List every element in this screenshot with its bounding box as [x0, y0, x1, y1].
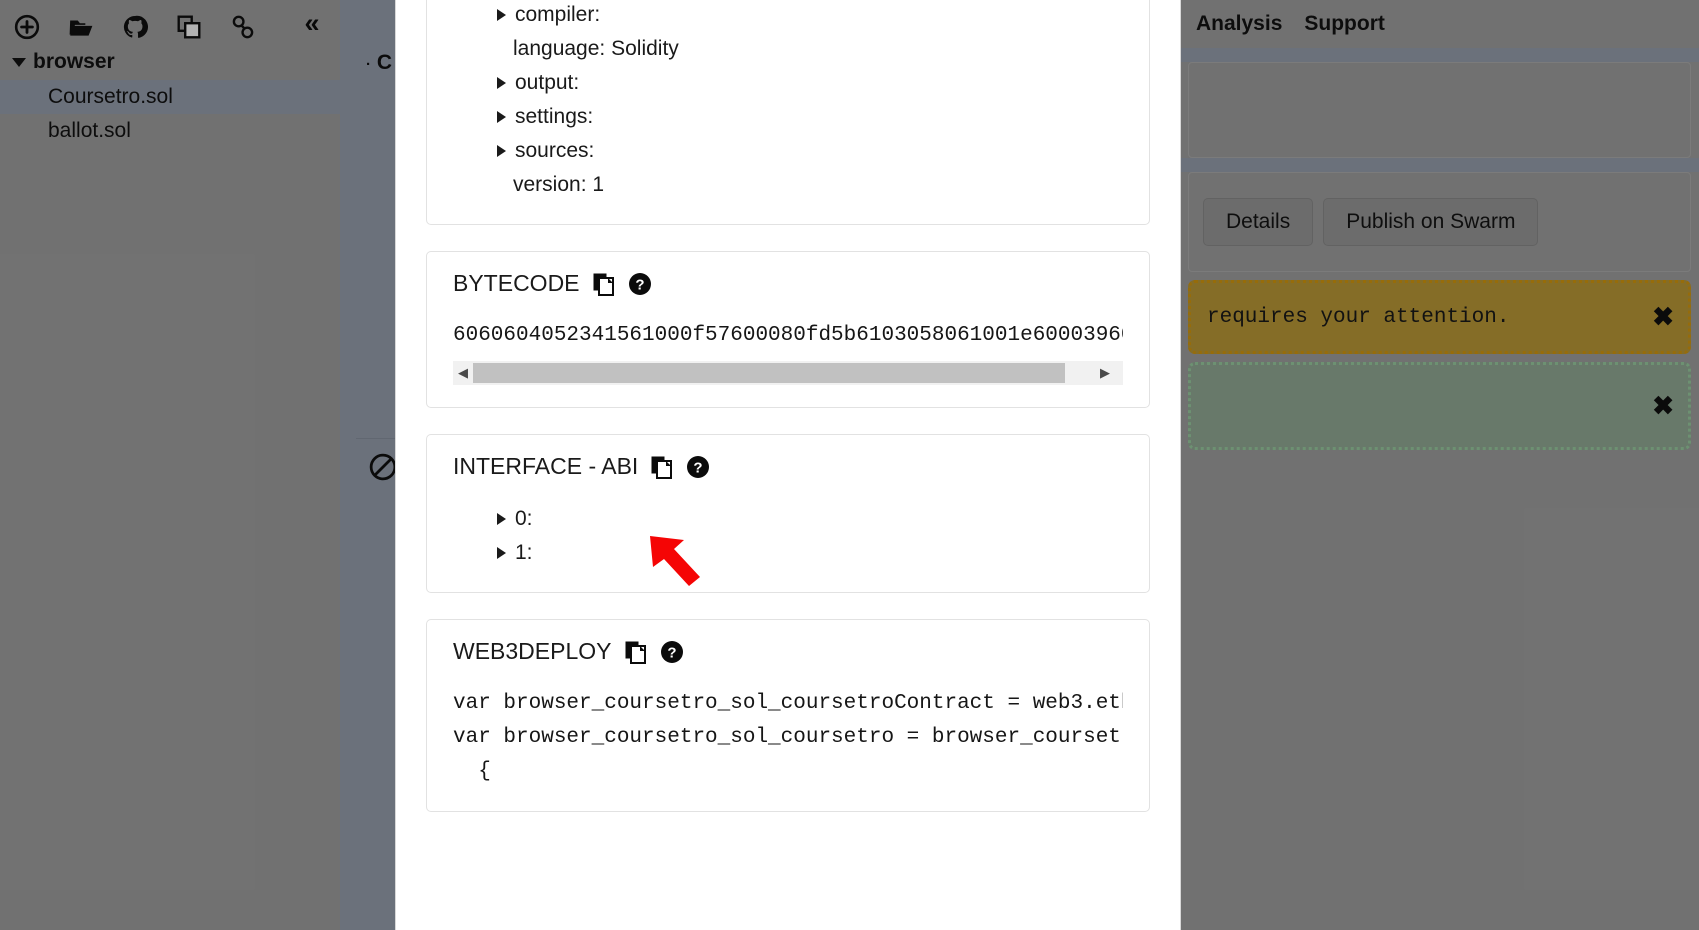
- question-circle-icon[interactable]: ?: [686, 455, 710, 479]
- bytecode-card-header: BYTECODE ?: [453, 270, 1123, 297]
- chevron-right-icon[interactable]: [497, 111, 506, 123]
- web3deploy-line[interactable]: var browser_coursetro_sol_coursetro = br…: [453, 721, 1123, 755]
- web3deploy-line[interactable]: var browser_coursetro_sol_coursetroContr…: [453, 687, 1123, 721]
- chevron-right-icon[interactable]: [497, 77, 506, 89]
- abi-row-0[interactable]: 0:: [453, 502, 1123, 536]
- metadata-row-label: language: Solidity: [513, 37, 679, 60]
- svg-text:?: ?: [694, 459, 703, 476]
- web3deploy-card-header: WEB3DEPLOY ?: [453, 638, 1123, 665]
- scroll-right-arrow-icon[interactable]: ▶: [1095, 365, 1115, 381]
- metadata-row-settings[interactable]: settings:: [453, 100, 1123, 134]
- abi-card: INTERFACE - ABI ? 0: 1:: [426, 434, 1150, 593]
- abi-card-header: INTERFACE - ABI ?: [453, 453, 1123, 480]
- metadata-card: compiler: language: Solidity output: set…: [426, 0, 1150, 225]
- question-circle-icon[interactable]: ?: [628, 272, 652, 296]
- web3deploy-title: WEB3DEPLOY: [453, 638, 612, 664]
- metadata-row-output[interactable]: output:: [453, 66, 1123, 100]
- web3deploy-line[interactable]: {: [453, 755, 1123, 789]
- bytecode-horizontal-scrollbar[interactable]: ◀ ▶: [453, 361, 1123, 385]
- svg-text:?: ?: [667, 644, 676, 661]
- bytecode-card: BYTECODE ? 6060604052341561000f57600080f…: [426, 251, 1150, 408]
- metadata-row-version: version: 1: [453, 168, 1123, 202]
- web3deploy-card: WEB3DEPLOY ? var browser_coursetro_sol_c…: [426, 619, 1150, 812]
- metadata-row-language: language: Solidity: [453, 32, 1123, 66]
- metadata-row-label: sources:: [515, 139, 595, 162]
- scroll-left-arrow-icon[interactable]: ◀: [453, 365, 473, 381]
- screen: « browser Coursetro.sol ballot.sol · C 1…: [0, 0, 1699, 930]
- abi-row-label: 0:: [515, 507, 533, 530]
- question-circle-icon[interactable]: ?: [660, 640, 684, 664]
- metadata-row-label: compiler:: [515, 3, 601, 26]
- metadata-row-label: settings:: [515, 105, 594, 128]
- bytecode-value[interactable]: 6060604052341561000f57600080fd5b61030580…: [453, 319, 1123, 353]
- compilation-details-modal: compiler: language: Solidity output: set…: [395, 0, 1181, 930]
- scrollbar-thumb[interactable]: [473, 363, 1065, 383]
- chevron-right-icon[interactable]: [497, 9, 506, 21]
- metadata-row-sources[interactable]: sources:: [453, 134, 1123, 168]
- metadata-row-label: version: 1: [513, 173, 605, 196]
- metadata-row-label: output:: [515, 71, 580, 94]
- metadata-row-compiler[interactable]: compiler:: [453, 0, 1123, 32]
- svg-text:?: ?: [635, 276, 644, 293]
- copy-icon[interactable]: [624, 640, 648, 664]
- chevron-right-icon[interactable]: [497, 547, 506, 559]
- chevron-right-icon[interactable]: [497, 513, 506, 525]
- abi-row-1[interactable]: 1:: [453, 536, 1123, 570]
- abi-row-label: 1:: [515, 541, 533, 564]
- chevron-right-icon[interactable]: [497, 145, 506, 157]
- abi-title: INTERFACE - ABI: [453, 453, 639, 479]
- bytecode-title: BYTECODE: [453, 270, 580, 296]
- copy-icon[interactable]: [592, 272, 616, 296]
- copy-icon[interactable]: [650, 455, 674, 479]
